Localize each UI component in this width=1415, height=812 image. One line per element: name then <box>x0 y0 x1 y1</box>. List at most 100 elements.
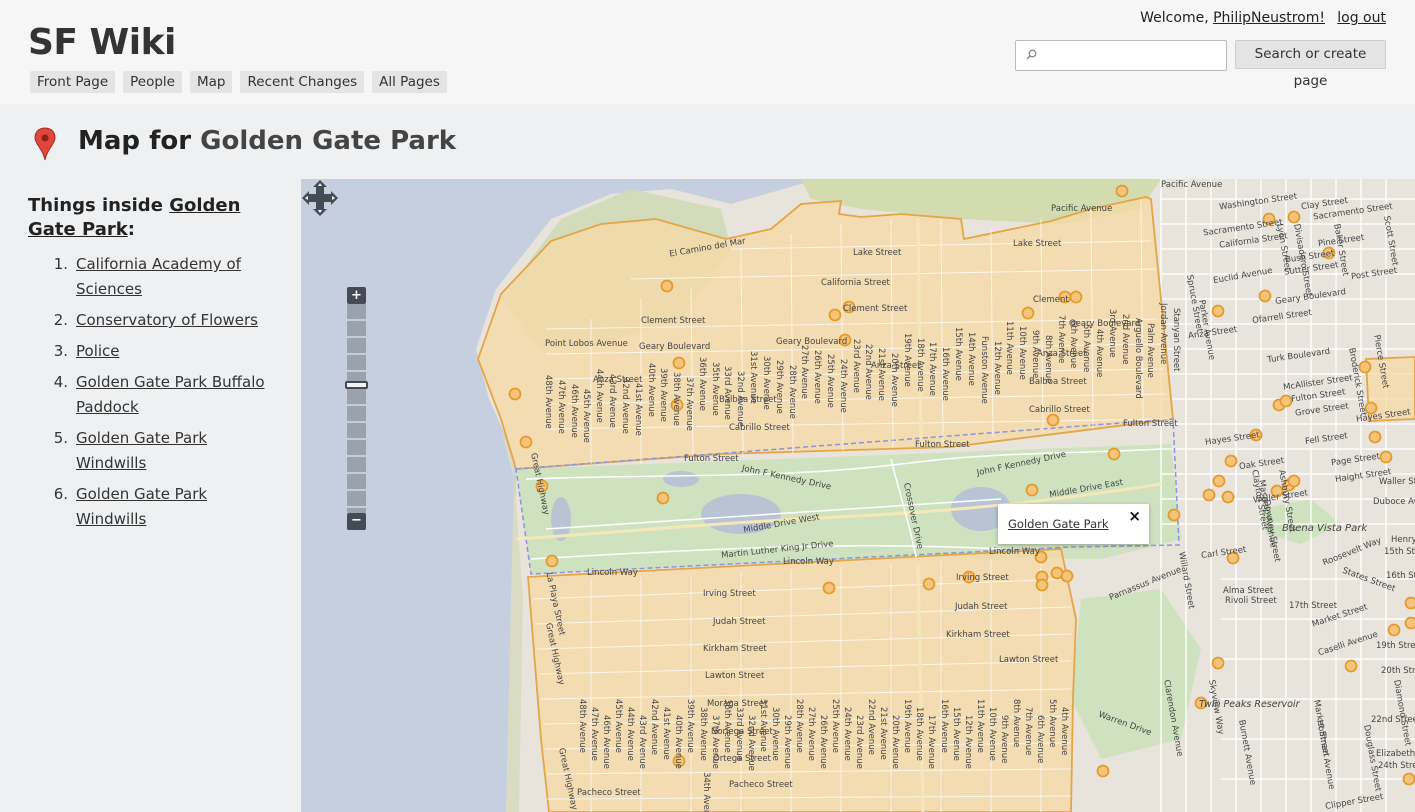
street-label: Alma Street <box>1223 586 1274 596</box>
street-label: Irving Street <box>703 589 756 599</box>
avenue-label: 3rd Avenue <box>1106 309 1117 358</box>
nav-recent-changes[interactable]: Recent Changes <box>240 71 365 93</box>
avenue-label: 12th Avenue <box>962 715 973 769</box>
zoom-slider[interactable] <box>347 304 366 513</box>
avenue-label: 11th Avenue <box>974 699 985 753</box>
place-link[interactable]: Golden Gate Park Windwills <box>76 482 278 532</box>
avenue-label: 20th Avenue <box>889 352 900 407</box>
avenue-label: 44th Avenue <box>594 369 605 423</box>
welcome-prefix: Welcome, <box>1140 10 1209 26</box>
street-label: 24th Street <box>1378 761 1415 771</box>
search-input[interactable] <box>1015 40 1227 71</box>
nav-front-page[interactable]: Front Page <box>30 71 116 93</box>
avenue-label: 27th Avenue <box>805 707 816 761</box>
main-nav: Front Page People Map Recent Changes All… <box>30 71 447 93</box>
place-link[interactable]: Conservatory of Flowers <box>76 308 258 333</box>
street-label: 20th Street <box>1381 666 1415 676</box>
avenue-label: 25th Avenue <box>830 699 841 753</box>
avenue-label: 6th Avenue <box>1068 319 1079 368</box>
avenue-label: 46th Avenue <box>568 384 579 438</box>
avenue-label: 43rd Avenue <box>607 373 618 428</box>
avenue-label: 17th Avenue <box>926 715 937 769</box>
avenue-label: 8th Avenue <box>1042 334 1053 383</box>
avenue-label: 48th Avenue <box>543 375 553 429</box>
street-label: Fulton Street <box>684 454 739 464</box>
zoom-slider-handle[interactable] <box>345 381 368 389</box>
avenue-label: 23rd Avenue <box>850 339 861 393</box>
pan-control[interactable] <box>301 179 339 217</box>
street-label: Geary Boulevard <box>776 337 848 347</box>
place-link[interactable]: Golden Gate Park Buffalo Paddock <box>76 370 278 420</box>
avenue-label: 36th Avenue <box>696 357 707 411</box>
username-link[interactable]: PhilipNeustrom! <box>1213 10 1325 26</box>
avenue-label: 48th Avenue <box>577 699 587 753</box>
street-label: Rivoli Street <box>1225 596 1277 606</box>
street-label: Lawton Street <box>999 655 1059 665</box>
street-label: Clement Street <box>843 304 908 314</box>
avenue-label: 7th Avenue <box>1022 707 1033 756</box>
page-title-subject[interactable]: Golden Gate Park <box>200 126 456 156</box>
avenue-label: 46th Avenue <box>601 715 612 769</box>
avenue-label: 28th Avenue <box>793 699 804 753</box>
avenue-label: 19th Avenue <box>901 333 912 387</box>
avenue-label: 7th Avenue <box>1055 315 1066 364</box>
avenue-label: 24th Avenue <box>837 358 848 413</box>
avenue-label: 39th Avenue <box>685 699 696 753</box>
avenue-label: 31st Avenue <box>748 351 759 404</box>
list-item: 2. Conservatory of Flowers <box>28 308 278 333</box>
street-label: Irving Street <box>956 573 1009 583</box>
avenue-label: 41st Avenue <box>632 382 643 436</box>
avenue-label: 5th Avenue <box>1081 324 1092 373</box>
close-icon[interactable]: × <box>1128 507 1141 525</box>
avenue-label: 32nd Avenue <box>745 715 756 771</box>
things-inside-heading: Things inside Golden Gate Park: <box>28 194 278 242</box>
street-label: Fulton Street <box>1123 419 1178 429</box>
nav-all-pages[interactable]: All Pages <box>372 71 447 93</box>
street-label: Judah Street <box>713 617 766 627</box>
street-label: Pacheco Street <box>577 788 641 798</box>
map-viewport[interactable]: El Camino del Mar Lake Street Lake Stree… <box>301 179 1415 812</box>
things-inside-list: 1. California Academy of Sciences 2. Conse… <box>28 252 278 532</box>
place-link[interactable]: Golden Gate Park Windwills <box>76 426 278 476</box>
search-button[interactable]: Search or create page <box>1235 40 1386 89</box>
street-label: Clement <box>1033 295 1069 305</box>
popup-link[interactable]: Golden Gate Park <box>1008 517 1109 531</box>
nav-people[interactable]: People <box>123 71 182 93</box>
nav-map[interactable]: Map <box>189 71 233 93</box>
avenue-label: 8th Avenue <box>1010 699 1021 748</box>
list-item: 1. California Academy of Sciences <box>28 252 278 302</box>
avenue-label: Arguello Boulevard <box>1132 318 1143 399</box>
logout-link[interactable]: log out <box>1337 10 1386 26</box>
street-label: Cabrillo Street <box>1029 405 1090 415</box>
avenue-label: 4th Avenue <box>1094 328 1105 377</box>
avenue-label: 37th Avenue <box>683 376 694 431</box>
zoom-out-button[interactable]: − <box>347 513 366 530</box>
place-link[interactable]: California Academy of Sciences <box>76 252 278 302</box>
avenue-label: 29th Avenue <box>781 715 792 769</box>
street-label: Henry <box>1391 535 1415 545</box>
zoom-in-button[interactable]: + <box>347 287 366 304</box>
page-title: Map for Golden Gate Park <box>78 126 456 156</box>
avenue-label: 42nd Avenue <box>649 699 660 755</box>
street-label: Pacific Avenue <box>1161 180 1223 190</box>
street-label: Pacheco Street <box>729 780 793 790</box>
page-title-prefix: Map for <box>78 126 192 156</box>
avenue-label: 21st Avenue <box>878 707 889 760</box>
map-pin-icon <box>34 127 56 161</box>
avenue-label: 25th Avenue <box>824 354 835 408</box>
street-label: Elizabeth St <box>1376 749 1415 759</box>
avenue-label: 40th Avenue <box>673 715 684 769</box>
street-label: Duboce Ave <box>1373 497 1415 507</box>
place-link[interactable]: Police <box>76 339 120 364</box>
avenue-label: 45th Avenue <box>581 388 592 443</box>
site-title[interactable]: SF Wiki <box>28 22 176 63</box>
avenue-label: Palm Avenue <box>1145 322 1156 378</box>
avenue-label: 39th Avenue <box>658 367 669 422</box>
avenue-label: 22nd Avenue <box>863 343 874 400</box>
avenue-label: 14th Avenue <box>965 331 976 386</box>
avenue-label: 22nd Avenue <box>866 699 877 755</box>
avenue-label: 45th Avenue <box>613 699 624 753</box>
avenue-label: 18th Avenue <box>914 707 925 761</box>
street-label: Geary Boulevard <box>639 342 711 352</box>
site-header: SF Wiki Front Page People Map Recent Cha… <box>0 0 1415 104</box>
